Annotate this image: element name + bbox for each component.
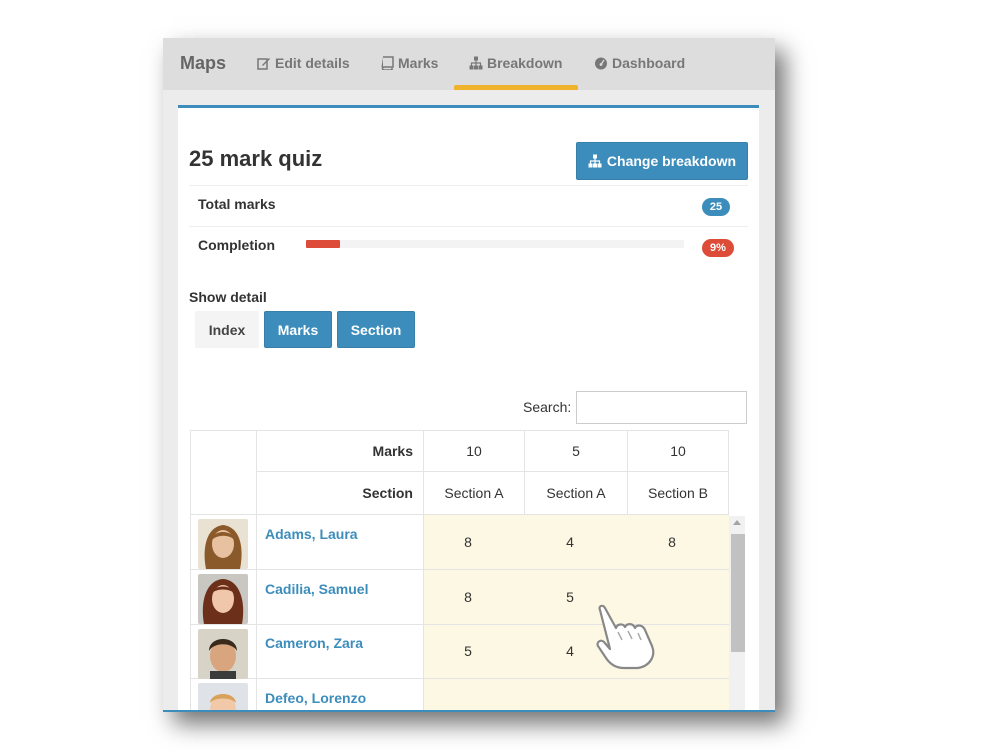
dashboard-icon <box>595 57 607 70</box>
column-section[interactable]: Section A <box>525 472 627 514</box>
search-label: Search: <box>523 399 572 415</box>
top-navbar: Maps Edit details Marks Breakdown Dashbo… <box>163 38 775 90</box>
tab-dashboard-label: Dashboard <box>612 55 686 71</box>
sitemap-icon <box>469 56 483 70</box>
edit-icon <box>257 58 270 70</box>
sitemap-icon <box>588 154 602 168</box>
show-index-toggle[interactable]: Index <box>195 311 259 348</box>
page-title: 25 mark quiz <box>189 146 323 171</box>
column-section[interactable]: Section A <box>424 472 524 514</box>
show-marks-toggle[interactable]: Marks <box>264 311 332 348</box>
student-name-link[interactable]: Cadilia, Samuel <box>265 581 368 597</box>
mark-cell[interactable]: 5 <box>418 643 518 659</box>
mark-cell[interactable]: 8 <box>418 534 518 550</box>
header-marks-label: Marks <box>372 443 413 459</box>
mark-cell[interactable]: 8 <box>622 534 722 550</box>
divider <box>189 226 748 227</box>
breakdown-table: Marks Section 10 5 10 Section A Section … <box>190 430 747 712</box>
total-marks-badge: 25 <box>702 198 730 216</box>
header-section-label: Section <box>362 485 413 501</box>
mark-cell[interactable]: 4 <box>520 534 620 550</box>
change-breakdown-label: Change breakdown <box>606 153 737 169</box>
completion-progress-fill <box>306 240 341 248</box>
divider <box>189 185 748 186</box>
hand-pointer-icon <box>596 604 655 670</box>
table-border <box>190 430 191 712</box>
avatar <box>198 683 248 712</box>
table-scrollbar[interactable] <box>729 516 745 712</box>
change-breakdown-button[interactable]: Change breakdown <box>576 142 748 180</box>
active-tab-indicator <box>454 85 578 90</box>
search-input[interactable] <box>576 391 747 424</box>
column-marks[interactable]: 5 <box>525 431 627 471</box>
app-window: Maps Edit details Marks Breakdown Dashbo… <box>163 38 775 712</box>
table-border <box>728 430 729 514</box>
table-border <box>190 678 729 679</box>
show-section-toggle[interactable]: Section <box>337 311 415 348</box>
tab-marks[interactable]: Marks <box>380 55 438 71</box>
breakdown-panel: 25 mark quiz Change breakdown Total mark… <box>178 105 759 712</box>
student-name-link[interactable]: Defeo, Lorenzo <box>265 690 366 706</box>
scrollbar-thumb[interactable] <box>731 534 745 652</box>
tab-edit-details[interactable]: Edit details <box>257 55 350 71</box>
student-name-link[interactable]: Cameron, Zara <box>265 635 363 651</box>
book-icon <box>381 56 394 70</box>
avatar <box>198 574 248 624</box>
tab-breakdown[interactable]: Breakdown <box>469 55 562 71</box>
window-bottom-border <box>163 710 775 712</box>
completion-label: Completion <box>198 237 275 253</box>
avatar <box>198 519 248 569</box>
brand-title[interactable]: Maps <box>180 53 226 74</box>
column-marks[interactable]: 10 <box>628 431 728 471</box>
tab-breakdown-label: Breakdown <box>487 55 563 71</box>
tab-marks-label: Marks <box>398 55 439 71</box>
tab-dashboard[interactable]: Dashboard <box>594 55 685 71</box>
tab-edit-details-label: Edit details <box>275 55 350 71</box>
completion-progress-bar <box>306 240 684 248</box>
completion-badge: 9% <box>702 239 734 257</box>
table-border <box>190 569 729 570</box>
show-detail-label: Show detail <box>189 289 267 305</box>
scroll-up-arrow-icon[interactable] <box>733 520 741 525</box>
total-marks-label: Total marks <box>198 196 276 212</box>
column-marks[interactable]: 10 <box>424 431 524 471</box>
avatar <box>198 629 248 679</box>
student-name-link[interactable]: Adams, Laura <box>265 526 358 542</box>
column-section[interactable]: Section B <box>628 472 728 514</box>
mark-cell[interactable]: 8 <box>418 589 518 605</box>
